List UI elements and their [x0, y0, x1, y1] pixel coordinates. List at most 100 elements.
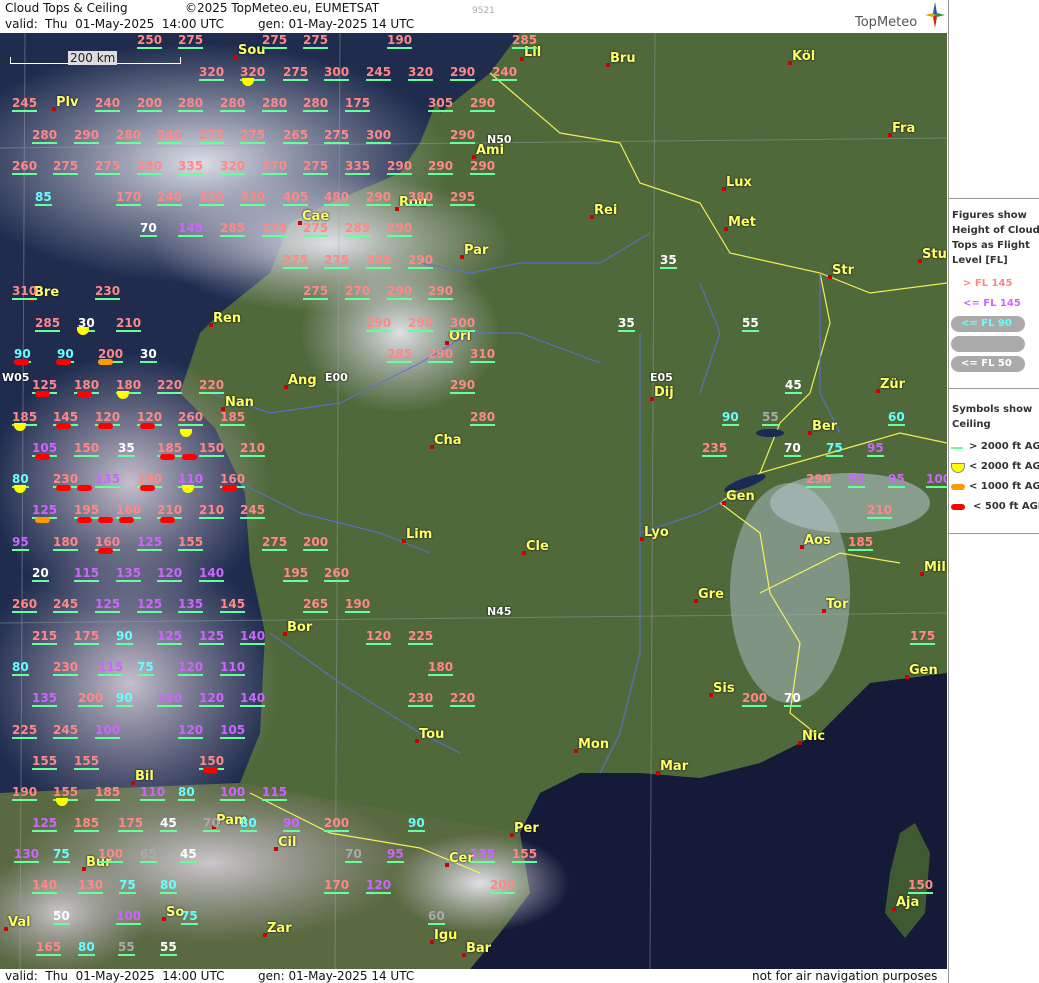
flight-level-label: 220 [157, 378, 183, 394]
flight-level-label: 200 [78, 691, 104, 707]
flight-level-label: 280 [32, 128, 58, 144]
flight-level-label: 285 [220, 221, 246, 237]
flight-level-label: 245 [53, 723, 79, 739]
city-label: Dij [654, 385, 674, 400]
ceiling-symbol-icon [77, 517, 92, 523]
flight-level-label: 155 [32, 754, 58, 770]
legend-figure-row: <= FL 145 [949, 295, 1039, 313]
flight-level-label: 75 [826, 441, 843, 457]
flight-level-label: 275 [303, 284, 329, 300]
flight-level-label: 240 [95, 96, 121, 112]
flight-level-label: 230 [95, 284, 121, 300]
city-label: Lux [726, 175, 752, 190]
flight-level-label: 290 [387, 284, 413, 300]
city-label: Per [514, 821, 539, 836]
flight-level-label: 180 [428, 660, 454, 676]
ceiling-symbol-icon [182, 454, 197, 460]
satellite-map[interactable]: 200 km N50 N45 W05 E00 E05 Sou Lil Bru Köl F… [0, 33, 947, 969]
ceiling-symbol-icon [56, 423, 71, 429]
flight-level-label: 275 [324, 128, 350, 144]
flight-level-label: 290 [428, 284, 454, 300]
ceiling-symbol-icon [56, 359, 71, 365]
ceiling-symbol-icon [160, 454, 175, 460]
flight-level-label: 80 [78, 940, 95, 956]
flight-level-label: 275 [283, 253, 309, 269]
legend-figure-label: > FL 145 [963, 278, 1013, 289]
flight-level-label: 300 [366, 128, 392, 144]
generation-time: gen: 01-May-2025 14 UTC [258, 17, 415, 31]
flight-level-label: 280 [220, 96, 246, 112]
ceiling-symbol-icon [14, 359, 29, 365]
ceiling-symbol-icon [98, 359, 113, 365]
flight-level-label: 285 [512, 33, 538, 49]
flight-level-label: 210 [867, 503, 893, 519]
flight-level-label: 200 [324, 816, 350, 832]
flight-level-label: 90 [116, 629, 133, 645]
city-label: Str [832, 263, 854, 278]
flight-level-label: 95 [867, 441, 884, 457]
flight-level-label: 280 [262, 96, 288, 112]
city-label: Aos [804, 533, 831, 548]
flight-level-label: 125 [199, 629, 225, 645]
flight-level-label: 290 [387, 159, 413, 175]
flight-level-label: 75 [119, 878, 136, 894]
flight-level-label: 280 [137, 159, 163, 175]
city-label: Gen [726, 489, 755, 504]
city-label: Ren [213, 311, 242, 326]
flight-level-label: 120 [157, 566, 183, 582]
legend-cup-icon [951, 463, 965, 473]
flight-level-label: 135 [470, 847, 496, 863]
flight-level-label: 120 [366, 878, 392, 894]
flight-level-label: 330 [240, 190, 266, 206]
legend-symbol-row: > 2000 ft AGL [949, 438, 1039, 456]
legend-symbol-row: < 2000 ft AGL [949, 458, 1039, 476]
flight-level-label: 80 [12, 660, 29, 676]
legend-figure-row: <= FL 50 [949, 355, 1039, 373]
flight-level-label: 60 [428, 909, 445, 925]
flight-level-label: 380 [408, 190, 434, 206]
flight-level-label: 210 [199, 503, 225, 519]
flight-level-label: 285 [387, 347, 413, 363]
flight-level-label: 135 [95, 472, 121, 488]
flight-level-label: 275 [178, 33, 204, 49]
flight-level-label: 275 [324, 253, 350, 269]
flight-level-label: 290 [470, 96, 496, 112]
flight-level-label: 140 [240, 691, 266, 707]
flight-level-label: 310 [12, 284, 38, 300]
legend-symbol-label: < 1000 ft AGL [969, 481, 1039, 492]
flight-level-label: 155 [178, 535, 204, 551]
flight-level-label: 260 [12, 159, 38, 175]
legend-figure-label: <= FL 90 [961, 318, 1012, 329]
flight-level-label: 90 [722, 410, 739, 426]
legend-figure-label: <= FL 50 [961, 358, 1012, 369]
flight-level-label: 100 [926, 472, 947, 488]
ceiling-symbol-icon [35, 517, 50, 523]
flight-level-label: 120 [366, 629, 392, 645]
legend-figure-label: <= FL 70 [961, 338, 1012, 349]
flight-level-label: 45 [180, 847, 197, 863]
ceiling-symbol-icon [56, 485, 71, 491]
flight-level-label: 55 [118, 940, 135, 956]
flight-level-label: 275 [53, 159, 79, 175]
flight-level-label: 295 [450, 190, 476, 206]
flight-level-label: 190 [387, 33, 413, 49]
valid-label: valid: [5, 17, 38, 31]
city-label: Tor [826, 597, 849, 612]
flight-level-label: 35 [660, 253, 677, 269]
flight-level-label: 100 [98, 847, 124, 863]
flight-level-label: 145 [220, 597, 246, 613]
grid-label-w05: W05 [2, 371, 30, 384]
flight-level-label: 235 [702, 441, 728, 457]
scale-bar-label: 200 km [68, 51, 118, 65]
legend-bar-icon [951, 447, 963, 449]
flight-level-label: 275 [262, 535, 288, 551]
city-label: Ang [288, 373, 317, 388]
flight-level-label: 135 [178, 597, 204, 613]
flight-level-label: 155 [74, 754, 100, 770]
flight-level-label: 200 [137, 96, 163, 112]
flight-level-label: 320 [199, 190, 225, 206]
flight-level-label: 270 [345, 284, 371, 300]
flight-level-label: 150 [908, 878, 934, 894]
scale-bar: 200 km [10, 51, 182, 67]
flight-level-label: 145 [178, 221, 204, 237]
